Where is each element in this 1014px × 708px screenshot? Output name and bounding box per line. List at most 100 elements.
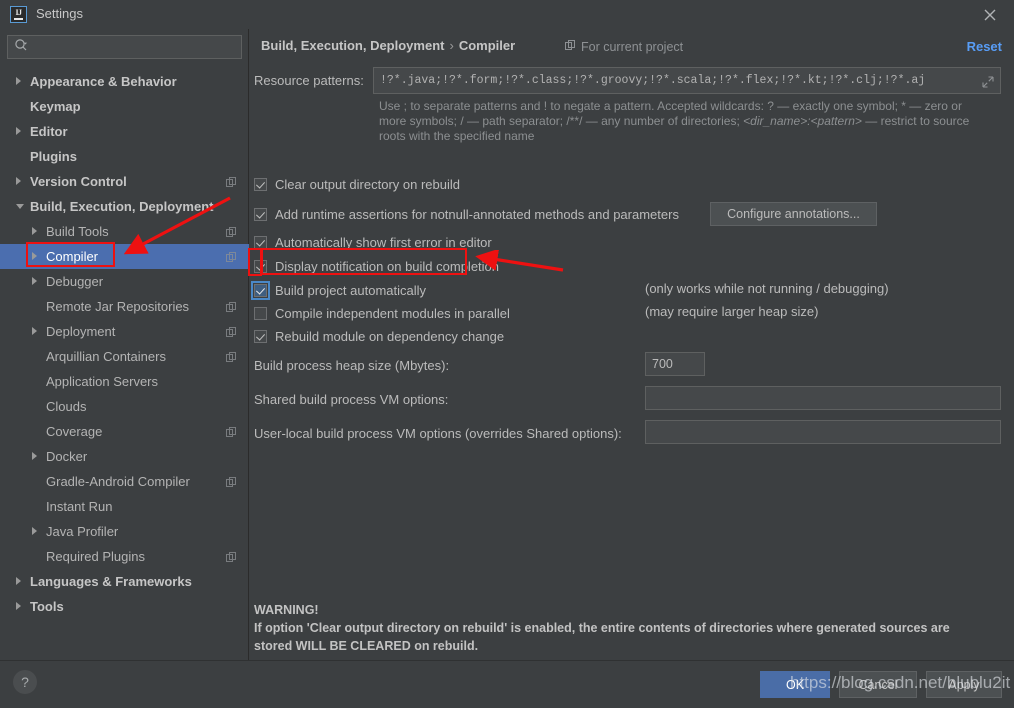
warning-heading: WARNING! <box>254 603 319 617</box>
configure-annotations-button[interactable]: Configure annotations... <box>710 202 877 226</box>
chevron-right-icon[interactable] <box>16 177 21 185</box>
heap-size-input[interactable]: 700 <box>645 352 705 376</box>
settings-sidebar: Appearance & Behavior Keymap Editor Plugins… <box>0 29 249 660</box>
settings-content-panel: Build, Execution, Deployment › Compiler Fo… <box>249 29 1014 660</box>
project-scope-icon <box>226 301 237 312</box>
user-local-vm-options-input[interactable] <box>645 420 1001 444</box>
checkbox-clear-output-directory[interactable]: Clear output directory on rebuild <box>254 177 460 192</box>
checkbox-box[interactable] <box>254 330 267 343</box>
warning-line-1: If option 'Clear output directory on reb… <box>254 621 950 635</box>
checkbox-build-project-automatically[interactable]: Build project automatically <box>251 281 426 300</box>
sidebar-item-label: Editor <box>30 124 68 139</box>
sidebar-item-version-control[interactable]: Version Control <box>0 169 249 194</box>
checkbox-compile-independent-modules[interactable]: Compile independent modules in parallel <box>254 306 510 321</box>
breadcrumb-parent[interactable]: Build, Execution, Deployment <box>261 38 444 53</box>
sidebar-item-label: Debugger <box>46 274 104 289</box>
sidebar-item-label: Version Control <box>30 174 127 189</box>
sidebar-item-label: Clouds <box>46 399 87 414</box>
window-title: Settings <box>36 6 83 21</box>
heap-size-label: Build process heap size (Mbytes): <box>254 358 450 373</box>
project-scope-icon <box>226 426 237 437</box>
sidebar-item-docker[interactable]: Docker <box>0 444 249 469</box>
sidebar-item-application-servers[interactable]: Application Servers <box>0 369 249 394</box>
project-scope-icon <box>226 326 237 337</box>
checkbox-box[interactable] <box>254 307 267 320</box>
checkbox-label: Display notification on build completion <box>275 259 500 274</box>
settings-dialog: IJ Settings Appearance & Behavior Keymap E… <box>0 0 1014 708</box>
sidebar-item-plugins[interactable]: Plugins <box>0 144 249 169</box>
resource-patterns-label: Resource patterns: <box>254 73 364 88</box>
checkbox-rebuild-module-on-dependency-change[interactable]: Rebuild module on dependency change <box>254 329 504 344</box>
settings-tree: Appearance & Behavior Keymap Editor Plugins… <box>0 69 249 619</box>
chevron-down-icon[interactable] <box>16 204 24 209</box>
sidebar-item-label: Tools <box>30 599 64 614</box>
reset-link[interactable]: Reset <box>967 39 1002 54</box>
resource-patterns-value: !?*.java;!?*.form;!?*.class;!?*.groovy;!… <box>380 74 926 87</box>
checkbox-label: Clear output directory on rebuild <box>275 177 460 192</box>
sidebar-item-appearance-behavior[interactable]: Appearance & Behavior <box>0 69 249 94</box>
search-icon <box>14 38 28 57</box>
apply-button[interactable]: Apply <box>926 671 1002 698</box>
configure-annotations-label: Configure annotations... <box>727 207 860 221</box>
sidebar-item-label: Keymap <box>30 99 81 114</box>
sidebar-item-remote-jar-repositories[interactable]: Remote Jar Repositories <box>0 294 249 319</box>
checkbox-box[interactable] <box>254 208 267 221</box>
sidebar-item-editor[interactable]: Editor <box>0 119 249 144</box>
chevron-right-icon[interactable] <box>32 527 37 535</box>
chevron-right-icon[interactable] <box>32 227 37 235</box>
sidebar-item-compiler[interactable]: Compiler <box>0 244 249 269</box>
expand-icon[interactable] <box>982 75 994 93</box>
search-input[interactable] <box>7 35 242 59</box>
sidebar-item-label: Java Profiler <box>46 524 119 539</box>
chevron-right-icon[interactable] <box>16 127 21 135</box>
sidebar-item-instant-run[interactable]: Instant Run <box>0 494 249 519</box>
sidebar-item-required-plugins[interactable]: Required Plugins <box>0 544 249 569</box>
sidebar-item-tools[interactable]: Tools <box>0 594 249 619</box>
project-scope-icon <box>565 40 576 54</box>
shared-vm-options-label: Shared build process VM options: <box>254 392 449 407</box>
sidebar-item-label: Deployment <box>46 324 116 339</box>
checkbox-box[interactable] <box>254 178 267 191</box>
checkbox-box[interactable] <box>254 260 267 273</box>
sidebar-item-label: Gradle-Android Compiler <box>46 474 190 489</box>
checkbox-box[interactable] <box>254 236 267 249</box>
chevron-right-icon[interactable] <box>16 602 21 610</box>
resource-patterns-input[interactable]: !?*.java;!?*.form;!?*.class;!?*.groovy;!… <box>373 67 1001 94</box>
sidebar-item-label: Compiler <box>46 249 99 264</box>
hint-italic: <dir_name>:<pattern> <box>743 114 862 128</box>
sidebar-item-keymap[interactable]: Keymap <box>0 94 249 119</box>
sidebar-item-build-execution-deployment[interactable]: Build, Execution, Deployment <box>0 194 249 219</box>
sidebar-item-build-tools[interactable]: Build Tools <box>0 219 249 244</box>
chevron-right-icon[interactable] <box>32 327 37 335</box>
sidebar-item-debugger[interactable]: Debugger <box>0 269 249 294</box>
sidebar-item-arquillian-containers[interactable]: Arquillian Containers <box>0 344 249 369</box>
sidebar-item-deployment[interactable]: Deployment <box>0 319 249 344</box>
help-button[interactable]: ? <box>13 670 37 694</box>
project-scope-icon <box>226 176 237 187</box>
chevron-right-icon[interactable] <box>32 252 37 260</box>
sidebar-item-java-profiler[interactable]: Java Profiler <box>0 519 249 544</box>
sidebar-item-clouds[interactable]: Clouds <box>0 394 249 419</box>
chevron-right-icon[interactable] <box>32 277 37 285</box>
chevron-right-icon[interactable] <box>32 452 37 460</box>
cancel-button[interactable]: Cancel <box>839 671 917 698</box>
sidebar-item-languages-frameworks[interactable]: Languages & Frameworks <box>0 569 249 594</box>
close-icon[interactable] <box>980 5 1000 25</box>
ok-button[interactable]: OK <box>760 671 830 698</box>
logo-text: IJ <box>15 8 22 17</box>
intellij-logo-icon: IJ <box>10 6 27 23</box>
checkbox-auto-show-first-error[interactable]: Automatically show first error in editor <box>254 235 492 250</box>
cancel-button-label: Cancel <box>858 677 898 692</box>
dialog-footer: ? OK Cancel Apply <box>0 660 1014 708</box>
checkbox-add-runtime-assertions[interactable]: Add runtime assertions for notnull-annot… <box>254 207 679 222</box>
breadcrumb-current: Compiler <box>458 38 516 53</box>
sidebar-item-label: Arquillian Containers <box>46 349 166 364</box>
checkbox-box[interactable] <box>251 281 270 300</box>
chevron-right-icon[interactable] <box>16 577 21 585</box>
checkbox-display-notification[interactable]: Display notification on build completion <box>254 259 499 274</box>
sidebar-item-coverage[interactable]: Coverage <box>0 419 249 444</box>
sidebar-item-label: Appearance & Behavior <box>30 74 177 89</box>
sidebar-item-gradle-android-compiler[interactable]: Gradle-Android Compiler <box>0 469 249 494</box>
shared-vm-options-input[interactable] <box>645 386 1001 410</box>
chevron-right-icon[interactable] <box>16 77 21 85</box>
